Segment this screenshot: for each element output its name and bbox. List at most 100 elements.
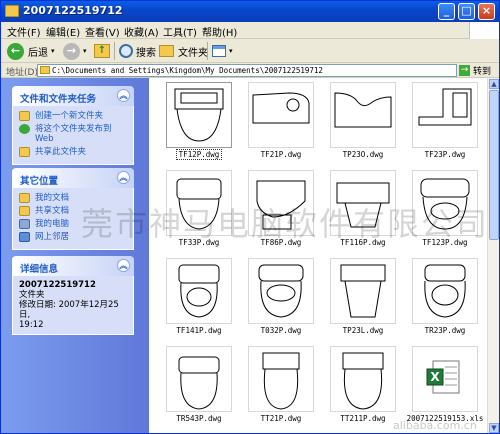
file-name-text: TF12P.dwg — [175, 149, 223, 160]
file-name-text: TP23L.dwg — [342, 326, 384, 335]
task-new-folder[interactable]: 创建一个新文件夹 — [19, 111, 127, 121]
menu-edit[interactable]: 编辑(E) — [46, 24, 80, 39]
window-title: 2007122519712 — [23, 4, 123, 17]
file-name-label[interactable]: TT21P.dwg — [239, 414, 323, 423]
file-thumbnail[interactable] — [412, 258, 478, 324]
file-name-text: T032P.dwg — [260, 326, 302, 335]
menu-help[interactable]: 帮助(H) — [202, 24, 237, 39]
minimize-button[interactable]: _ — [438, 3, 455, 20]
windows-logo-icon — [469, 22, 499, 39]
task-publish-web-label-2: Web — [35, 134, 54, 144]
file-name-label[interactable]: TF21P.dwg — [239, 150, 323, 159]
folders-icon — [159, 45, 174, 57]
file-thumbnail[interactable] — [330, 258, 396, 324]
maximize-button[interactable]: □ — [458, 3, 475, 20]
forward-button[interactable]: → ▾ — [63, 41, 87, 61]
file-tasks-title: 文件和文件夹任务 — [20, 94, 97, 105]
address-input[interactable]: C:\Documents and Settings\Kingdom\My Doc… — [37, 64, 457, 77]
details-type: 文件夹 — [19, 290, 45, 300]
back-label: 后退 — [28, 47, 48, 59]
address-label: 地址(D) — [6, 68, 38, 78]
watermark-text: 莞市神马电脑软件有限公司 — [81, 205, 490, 243]
scroll-down-icon[interactable]: ▼ — [489, 423, 499, 433]
search-icon — [119, 44, 133, 58]
scrollbar-thumb[interactable] — [489, 90, 499, 240]
title-bar[interactable]: 2007122519712 _ □ × — [1, 1, 499, 22]
menu-bar: 文件(F) 编辑(E) 查看(V) 收藏(A) 工具(T) 帮助(H) — [1, 22, 499, 39]
menu-file[interactable]: 文件(F) — [7, 24, 41, 39]
file-view[interactable]: TF12P.dwg TF21P.dwg TP23O.dwg TF23P.dwg TF33… — [149, 78, 487, 433]
file-name-text: TF21P.dwg — [260, 150, 302, 159]
collapse-icon[interactable]: ︽ — [117, 89, 130, 102]
vertical-scrollbar[interactable]: ▲ ▼ — [487, 78, 499, 433]
views-dropdown-icon[interactable]: ▾ — [229, 47, 233, 55]
close-button[interactable]: × — [478, 3, 495, 20]
file-name-label[interactable]: T032P.dwg — [239, 326, 323, 335]
file-name-label[interactable]: TP23L.dwg — [321, 326, 405, 335]
file-thumbnail[interactable] — [248, 346, 314, 412]
file-name-label[interactable]: TF23P.dwg — [403, 150, 487, 159]
details-panel: 详细信息 ︽ 2007122519712 文件夹 修改日期: 2007年12月2… — [12, 256, 134, 335]
task-publish-web[interactable]: 将这个文件夹发布到 Web — [19, 124, 127, 144]
file-name-label[interactable]: TR23P.dwg — [403, 326, 487, 335]
file-name-text: TR543P.dwg — [176, 414, 222, 423]
file-name-label[interactable]: TF12P.dwg — [157, 149, 241, 160]
share-folder-icon — [19, 147, 30, 157]
up-folder-button[interactable]: ↑ — [94, 41, 110, 61]
task-share-folder[interactable]: 共享此文件夹 — [19, 147, 127, 157]
collapse-icon[interactable]: ︽ — [117, 171, 130, 184]
file-tasks-panel: 文件和文件夹任务 ︽ 创建一个新文件夹 将这个文件夹发布到 Web 共享此文件夹 — [12, 86, 134, 165]
menu-tools[interactable]: 工具(T) — [163, 24, 197, 39]
file-name-label[interactable]: TP23O.dwg — [321, 150, 405, 159]
go-button[interactable]: → 转到 — [459, 64, 491, 77]
place-shared-documents-label: 共享文档 — [35, 206, 70, 216]
menu-favorites[interactable]: 收藏(A) — [124, 24, 159, 39]
task-pane: 文件和文件夹任务 ︽ 创建一个新文件夹 将这个文件夹发布到 Web 共享此文件夹 — [1, 78, 149, 433]
other-places-header[interactable]: 其它位置 ︽ — [12, 168, 134, 188]
file-name-text: TF141P.dwg — [176, 326, 222, 335]
file-name-label[interactable]: TR543P.dwg — [157, 414, 241, 423]
folders-label: 文件夹 — [178, 47, 208, 59]
file-thumbnail[interactable] — [330, 82, 396, 148]
file-thumbnail[interactable] — [248, 82, 314, 148]
details-modified: 修改日期: 2007年12月25日, — [19, 300, 119, 320]
new-folder-icon — [19, 111, 30, 121]
address-bar: 地址(D) C:\Documents and Settings\Kingdom\… — [1, 63, 499, 78]
my-documents-icon — [19, 193, 30, 203]
views-icon — [212, 45, 226, 57]
file-thumbnail[interactable] — [166, 346, 232, 412]
place-my-documents-label: 我的文档 — [35, 193, 70, 203]
file-thumbnail[interactable]: X — [412, 346, 478, 412]
task-share-folder-label: 共享此文件夹 — [35, 147, 87, 157]
search-button[interactable]: 搜索 — [119, 41, 156, 61]
place-network-label: 网上邻居 — [35, 232, 70, 242]
file-name-text: TF23P.dwg — [424, 150, 466, 159]
views-button[interactable]: ▾ — [212, 41, 233, 61]
shared-documents-icon — [19, 206, 30, 216]
forward-dropdown-icon[interactable]: ▾ — [83, 47, 87, 55]
menu-view[interactable]: 查看(V) — [85, 24, 120, 39]
publish-web-icon — [19, 124, 30, 134]
back-dropdown-icon[interactable]: ▾ — [51, 47, 55, 55]
search-label: 搜索 — [136, 47, 156, 59]
collapse-icon[interactable]: ︽ — [117, 259, 130, 272]
details-header[interactable]: 详细信息 ︽ — [12, 256, 134, 276]
folders-button[interactable]: 文件夹 — [159, 41, 208, 61]
file-thumbnail[interactable] — [166, 82, 232, 148]
file-name-text: TT211P.dwg — [340, 414, 386, 423]
cad-drawing-icon — [258, 264, 304, 318]
my-computer-icon — [19, 219, 30, 229]
task-new-folder-label: 创建一个新文件夹 — [35, 111, 104, 121]
cad-drawing-icon — [334, 92, 392, 128]
file-thumbnail[interactable] — [412, 82, 478, 148]
file-name-label[interactable]: TF141P.dwg — [157, 326, 241, 335]
file-tasks-header[interactable]: 文件和文件夹任务 ︽ — [12, 86, 134, 106]
back-button[interactable]: ← 后退 ▾ — [7, 41, 55, 61]
place-my-computer-label: 我的电脑 — [35, 219, 70, 229]
folder-icon — [40, 66, 50, 74]
scroll-up-icon[interactable]: ▲ — [489, 79, 499, 89]
file-thumbnail[interactable] — [330, 346, 396, 412]
go-label: 转到 — [473, 67, 492, 77]
file-thumbnail[interactable] — [166, 258, 232, 324]
file-thumbnail[interactable] — [248, 258, 314, 324]
